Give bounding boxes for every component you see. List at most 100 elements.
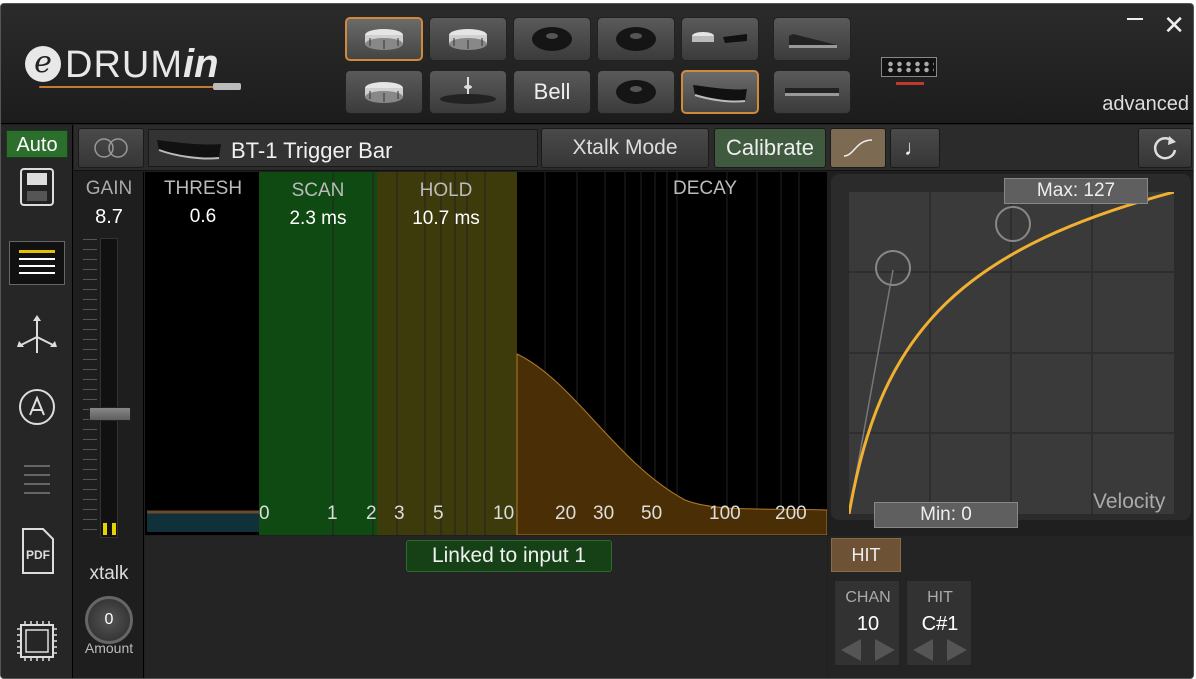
axis-tick: 5 <box>433 503 444 524</box>
pdf-icon: PDF <box>22 528 54 574</box>
linked-status-badge: Linked to input 1 <box>406 540 612 572</box>
pad-button-4[interactable] <box>597 17 675 61</box>
max-velocity-handle[interactable]: Max: 127 <box>1004 178 1148 204</box>
pad-header-bar: BT-1 Trigger Bar Xtalk Mode Calibrate ♩ <box>74 125 1193 171</box>
channel-decrease-arrow-icon[interactable] <box>841 639 861 661</box>
gain-column: GAIN 8.7 xtalk 0 Amount <box>74 172 144 678</box>
decay-label: DECAY <box>672 178 738 199</box>
pad-button-5[interactable] <box>681 17 759 61</box>
pdf-button[interactable]: PDF <box>15 528 59 574</box>
linked-circles-icon <box>94 138 128 158</box>
pad-button-3[interactable] <box>513 17 591 61</box>
drum-pad-icon <box>449 29 487 50</box>
gain-ticks <box>83 239 97 539</box>
pad-button-6[interactable] <box>773 17 851 61</box>
usb-connector-icon <box>881 57 937 85</box>
velocity-curve-grid[interactable] <box>849 192 1174 514</box>
logo-plug-icon <box>213 83 241 90</box>
trigger-graph[interactable]: THRESH 0.6 SCAN 2.3 ms HOLD 10.7 ms DECA… <box>145 172 827 535</box>
note-value[interactable]: C#1 <box>907 613 973 636</box>
drum-and-bar-icon <box>692 32 747 43</box>
cymbal-icon <box>616 27 656 51</box>
gain-label: GAIN <box>85 178 133 199</box>
link-pads-button[interactable] <box>78 128 144 168</box>
menu-button[interactable] <box>9 241 65 285</box>
bell-label: Bell <box>533 79 571 104</box>
min-velocity-handle[interactable]: Min: 0 <box>874 502 1018 528</box>
note-box: HIT C#1 <box>906 580 972 666</box>
pad-button-11[interactable] <box>681 70 759 114</box>
axis-tick: 3 <box>394 503 405 524</box>
pad-button-1[interactable] <box>345 17 423 61</box>
drum-pad-icon <box>365 29 403 50</box>
level-meter-right <box>112 523 116 535</box>
axis-tick: 0 <box>259 503 270 524</box>
bar-pad-icon <box>785 88 839 96</box>
hold-value[interactable]: 10.7 ms <box>381 208 511 230</box>
gain-slider-thumb[interactable] <box>89 407 131 421</box>
trigger-bar-icon <box>157 140 221 160</box>
edrumin-logo: e DRUM in <box>25 42 241 98</box>
channel-header: CHAN <box>845 589 891 606</box>
hold-label: HOLD <box>419 180 473 201</box>
pad-button-12[interactable] <box>773 70 851 114</box>
xtalk-mode-button[interactable]: Xtalk Mode <box>541 128 709 168</box>
list-icon <box>19 250 55 274</box>
routing-button[interactable] <box>15 313 59 357</box>
axis-tick: 200 <box>775 503 807 524</box>
gain-slider[interactable] <box>83 238 131 539</box>
pad-name-label: BT-1 Trigger Bar <box>231 138 393 163</box>
auto-assign-button[interactable] <box>15 385 59 429</box>
pad-button-8[interactable] <box>429 70 507 114</box>
axis-tick: 100 <box>709 503 741 524</box>
scan-value[interactable]: 2.3 ms <box>263 208 373 230</box>
axis-tick: 30 <box>593 503 615 524</box>
axis-tick: 50 <box>641 503 663 524</box>
list-disabled-button[interactable] <box>15 457 59 501</box>
axis-tick: 2 <box>366 503 377 524</box>
axis-tick: 20 <box>555 503 577 524</box>
auto-button[interactable]: Auto <box>6 130 68 158</box>
calibrate-button[interactable]: Calibrate <box>714 128 826 168</box>
advanced-toggle[interactable]: advanced <box>1102 93 1189 116</box>
pad-button-bell[interactable]: Bell <box>513 70 591 114</box>
pad-button-2[interactable] <box>429 17 507 61</box>
minimize-button[interactable] <box>1127 18 1143 20</box>
top-bar: e DRUM in Bell ✕ advanced <box>1 4 1193 124</box>
cymbal-icon <box>532 27 572 51</box>
hit-button[interactable]: HIT <box>831 538 901 572</box>
logo-drum: DRUM <box>65 44 183 86</box>
level-meter-left <box>103 523 107 535</box>
velocity-axis-label: Velocity <box>1093 490 1166 513</box>
refresh-icon <box>1153 136 1177 160</box>
note-header: HIT <box>927 589 953 606</box>
left-toolbar: Auto PDF <box>1 125 73 678</box>
thresh-label: THRESH <box>163 178 243 199</box>
channel-increase-arrow-icon[interactable] <box>875 639 895 661</box>
note-increase-arrow-icon[interactable] <box>947 639 967 661</box>
hihat-icon <box>440 77 496 104</box>
note-decrease-arrow-icon[interactable] <box>913 639 933 661</box>
routing-arrows-icon <box>17 315 57 353</box>
logo-in: in <box>183 42 219 86</box>
hardware-button[interactable] <box>15 619 59 663</box>
logo-swoosh <box>39 86 219 88</box>
velocity-curve <box>849 192 1174 514</box>
curve-button[interactable] <box>830 128 886 168</box>
xtalk-amount-knob[interactable]: 0 <box>85 596 133 644</box>
note-button[interactable]: ♩ <box>890 128 940 168</box>
svg-text:PDF: PDF <box>26 548 50 562</box>
axis-tick: 10 <box>493 503 515 524</box>
save-button[interactable] <box>15 165 59 209</box>
reset-button[interactable] <box>1138 128 1192 168</box>
thresh-value[interactable]: 0.6 <box>155 206 251 228</box>
status-area: Linked to input 1 <box>145 536 827 678</box>
pad-button-7[interactable] <box>345 70 423 114</box>
channel-value[interactable]: 10 <box>835 613 901 636</box>
velocity-curve-panel: Max: 127 Min: 0 Velocity <box>831 174 1191 528</box>
pad-name-field[interactable]: BT-1 Trigger Bar <box>148 129 538 167</box>
pad-button-10[interactable] <box>597 70 675 114</box>
amount-label: Amount <box>84 640 134 656</box>
curve-icon <box>843 139 873 157</box>
close-button[interactable]: ✕ <box>1163 10 1185 41</box>
